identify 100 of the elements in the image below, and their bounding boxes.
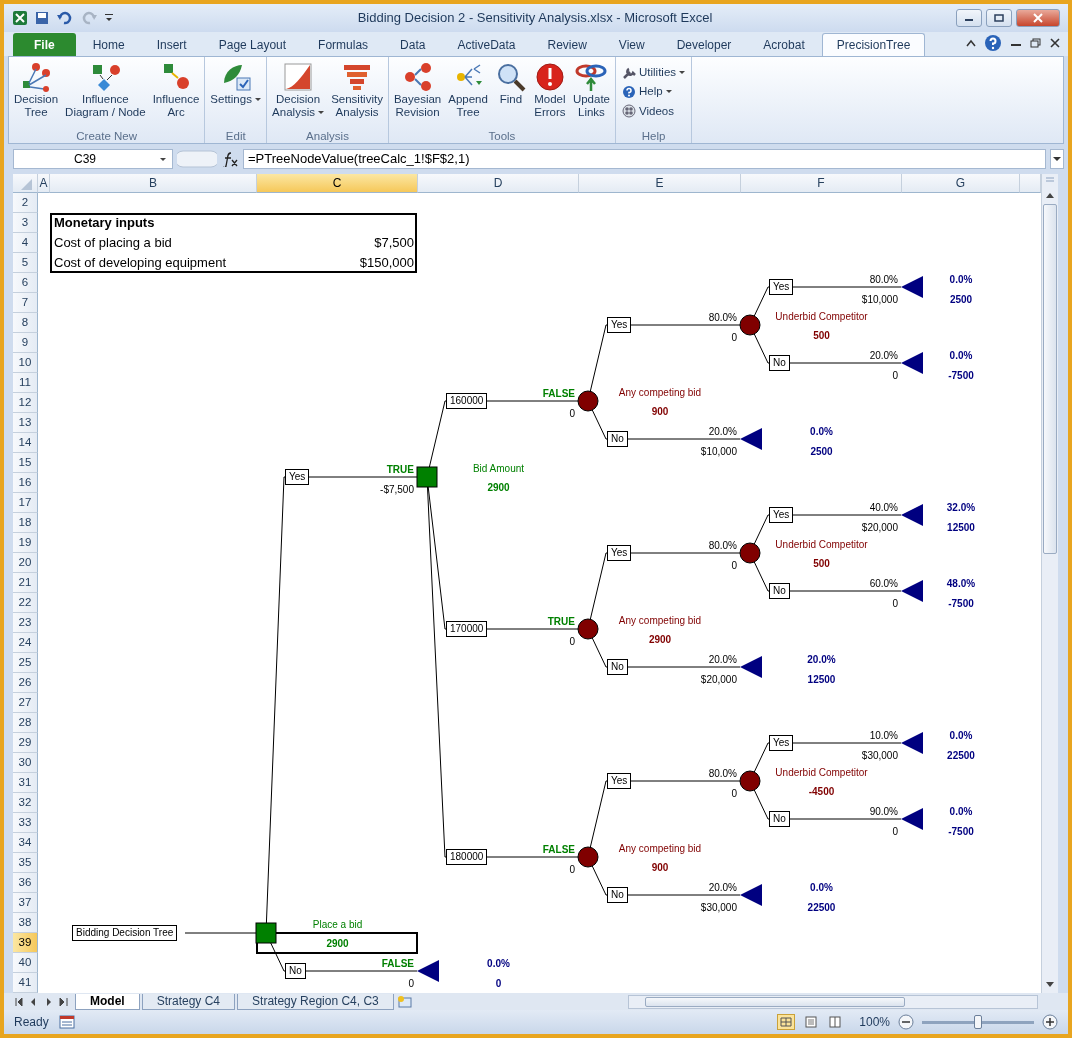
row-header[interactable]: 21 (13, 573, 38, 593)
ribbon-button[interactable]: Videos (618, 101, 690, 121)
ribbon-button[interactable]: Bayesian Revision (390, 59, 445, 129)
row-header[interactable]: 25 (13, 653, 38, 673)
column-header[interactable]: G (902, 174, 1020, 193)
row-header[interactable]: 23 (13, 613, 38, 633)
column-header[interactable]: E (579, 174, 741, 193)
close-button[interactable] (1016, 9, 1060, 27)
row-header[interactable]: 34 (13, 833, 38, 853)
ribbon-button[interactable]: Sensitivity Analysis (328, 59, 386, 129)
row-header[interactable]: 6 (13, 273, 38, 293)
row-header[interactable]: 27 (13, 693, 38, 713)
ribbon-tab[interactable]: PrecisionTree (821, 33, 926, 56)
row-header[interactable]: 32 (13, 793, 38, 813)
formula-bar-handle-icon[interactable] (177, 149, 217, 169)
row-header[interactable]: 22 (13, 593, 38, 613)
row-header[interactable]: 14 (13, 433, 38, 453)
row-header[interactable]: 8 (13, 313, 38, 333)
scrollbar-thumb[interactable] (645, 996, 905, 1007)
ribbon-button[interactable]: Influence Arc (149, 59, 203, 129)
row-header[interactable]: 31 (13, 773, 38, 793)
ribbon-button[interactable]: Append Tree (445, 59, 491, 129)
zoom-out-icon[interactable] (898, 1014, 914, 1030)
ribbon-tab[interactable]: ActiveData (442, 33, 531, 56)
ribbon-button[interactable]: Model Errors (530, 59, 569, 129)
normal-view-icon[interactable] (777, 1014, 796, 1030)
row-header[interactable]: 24 (13, 633, 38, 653)
row-header[interactable]: 36 (13, 873, 38, 893)
row-header[interactable]: 38 (13, 913, 38, 933)
ribbon-button[interactable]: Influence Diagram / Node (62, 59, 149, 129)
restore-icon[interactable] (1030, 38, 1042, 48)
zoom-in-icon[interactable] (1042, 1014, 1058, 1030)
column-header[interactable]: D (418, 174, 579, 193)
ribbon-tab[interactable]: View (603, 33, 660, 56)
ribbon-tab[interactable]: Developer (661, 33, 747, 56)
collapse-ribbon-icon[interactable] (966, 39, 976, 47)
row-header[interactable]: 7 (13, 293, 38, 313)
row-header[interactable]: 9 (13, 333, 38, 353)
row-header[interactable]: 35 (13, 853, 38, 873)
ribbon-button[interactable]: Update Links (569, 59, 613, 129)
ribbon-tab[interactable]: Review (532, 33, 602, 56)
row-header[interactable]: 30 (13, 753, 38, 773)
row-header[interactable]: 11 (13, 373, 38, 393)
column-header[interactable]: B (50, 174, 257, 193)
row-header[interactable]: 26 (13, 673, 38, 693)
row-header[interactable]: 29 (13, 733, 38, 753)
row-header[interactable]: 3 (13, 213, 38, 233)
zoom-slider-thumb[interactable] (974, 1014, 982, 1029)
undo-icon[interactable] (56, 10, 74, 26)
ribbon-button[interactable]: Utilities (618, 63, 690, 83)
row-header[interactable]: 19 (13, 533, 38, 553)
sheet-tab[interactable]: Strategy Region C4, C3 (237, 993, 394, 1010)
scrollbar-thumb[interactable] (1043, 204, 1057, 554)
expand-icon[interactable] (1050, 149, 1064, 169)
file-tab[interactable]: File (13, 33, 76, 56)
column-header[interactable]: A (38, 174, 50, 193)
spreadsheet-app-icon[interactable] (12, 10, 28, 26)
row-header[interactable]: 5 (13, 253, 38, 273)
row-header[interactable]: 39 (13, 933, 38, 953)
ribbon-tab[interactable]: Acrobat (748, 33, 820, 56)
row-header[interactable]: 4 (13, 233, 38, 253)
row-header[interactable]: 16 (13, 473, 38, 493)
row-header[interactable]: 13 (13, 413, 38, 433)
page-layout-view-icon[interactable] (803, 1014, 820, 1030)
row-header[interactable]: 37 (13, 893, 38, 913)
ribbon-tab[interactable]: Home (77, 33, 140, 56)
ribbon-tab[interactable]: Data (385, 33, 441, 56)
help-icon[interactable] (984, 34, 1002, 52)
minimize-button[interactable] (956, 9, 982, 27)
horizontal-scrollbar[interactable] (628, 994, 1038, 1009)
sheet-tab[interactable]: Model (75, 993, 140, 1010)
row-header[interactable]: 28 (13, 713, 38, 733)
row-header[interactable]: 41 (13, 973, 38, 993)
ribbon-button[interactable]: Find (491, 59, 530, 129)
page-break-view-icon[interactable] (827, 1014, 844, 1030)
row-header[interactable]: 10 (13, 353, 38, 373)
close-icon[interactable] (1050, 38, 1060, 48)
column-header[interactable]: C (257, 174, 418, 193)
sheet-tab[interactable]: Strategy C4 (141, 993, 236, 1010)
save-icon[interactable] (34, 10, 50, 26)
ribbon-button[interactable]: Settings (207, 59, 265, 129)
ribbon-tab[interactable]: Insert (141, 33, 202, 56)
ribbon-button[interactable]: Decision Tree (11, 59, 62, 129)
row-header[interactable]: 20 (13, 553, 38, 573)
column-header[interactable]: F (741, 174, 902, 193)
ribbon-tab[interactable]: Formulas (303, 33, 384, 56)
row-header[interactable]: 2 (13, 193, 38, 213)
row-header[interactable]: 15 (13, 453, 38, 473)
name-box[interactable]: C39 (13, 149, 173, 169)
row-header[interactable]: 18 (13, 513, 38, 533)
row-header[interactable]: 33 (13, 813, 38, 833)
ribbon-tab[interactable]: Page Layout (203, 33, 302, 56)
row-header[interactable]: 17 (13, 493, 38, 513)
maximize-button[interactable] (986, 9, 1012, 27)
row-header[interactable]: 40 (13, 953, 38, 973)
ribbon-button[interactable]: Help (618, 82, 690, 102)
macro-recorder-icon[interactable] (58, 1015, 75, 1029)
ribbon-button[interactable]: Decision Analysis (269, 59, 328, 129)
row-header[interactable]: 12 (13, 393, 38, 413)
formula-field[interactable]: =PTreeNodeValue(treeCalc_1!$F$2,1) (243, 149, 1046, 169)
